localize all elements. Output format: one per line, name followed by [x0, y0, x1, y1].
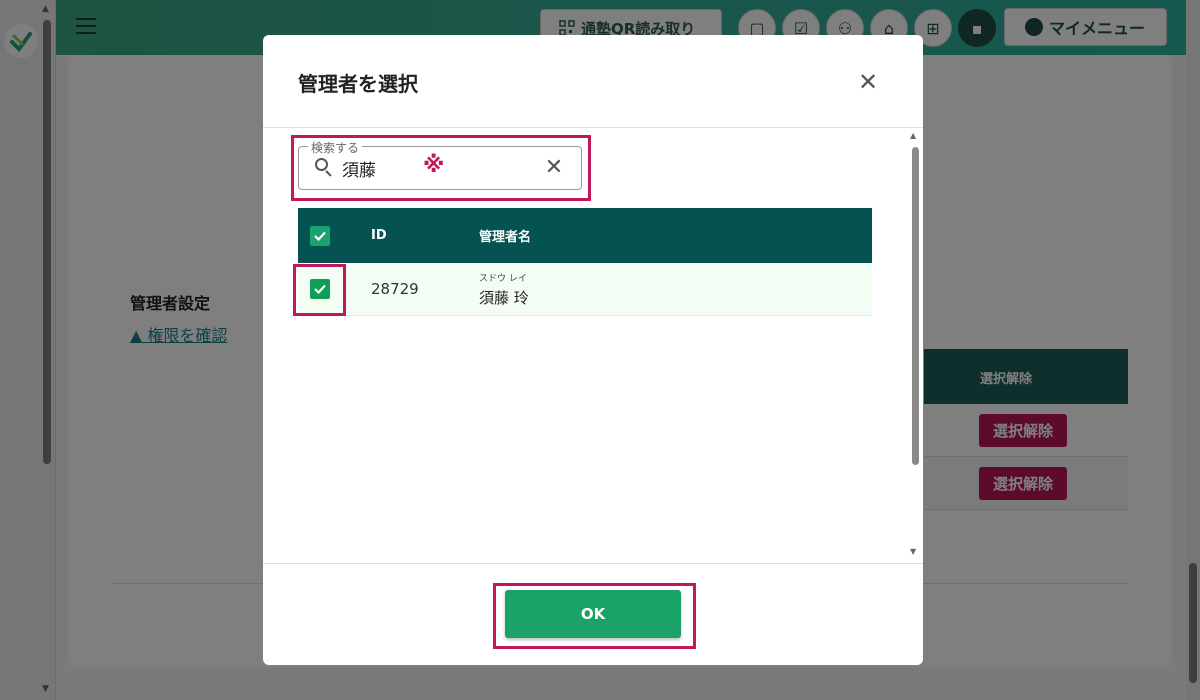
- admin-name: 須藤 玲: [479, 288, 529, 307]
- close-icon[interactable]: ✕: [855, 69, 881, 95]
- admin-name-kana: スドウ レイ: [479, 273, 527, 284]
- ok-highlight-box: [493, 583, 696, 649]
- select-all-checkbox[interactable]: [310, 225, 330, 246]
- admin-name-cell: スドウ レイ 須藤 玲: [479, 271, 872, 308]
- select-admin-dialog: 管理者を選択 ✕ ▲ ▼ 検索する 須藤 ※ ✕ ID 管理者名 28729 ス…: [263, 35, 923, 665]
- search-highlight-box: [291, 135, 591, 201]
- admin-table: ID 管理者名 28729 スドウ レイ 須藤 玲: [298, 208, 872, 316]
- table-row[interactable]: 28729 スドウ レイ 須藤 玲: [298, 263, 872, 316]
- dialog-title: 管理者を選択: [298, 72, 418, 96]
- checkbox-highlight-box: [293, 264, 346, 316]
- column-header-id: ID: [371, 228, 387, 243]
- table-header: ID 管理者名: [298, 208, 872, 263]
- column-header-name: 管理者名: [479, 230, 532, 245]
- scroll-down-icon[interactable]: ▼: [910, 547, 916, 556]
- admin-id: 28729: [371, 280, 419, 298]
- check-icon: [314, 231, 326, 241]
- scroll-up-icon[interactable]: ▲: [910, 131, 916, 140]
- dialog-scrollbar-thumb[interactable]: [912, 147, 919, 465]
- divider: [263, 127, 923, 128]
- divider: [263, 563, 923, 564]
